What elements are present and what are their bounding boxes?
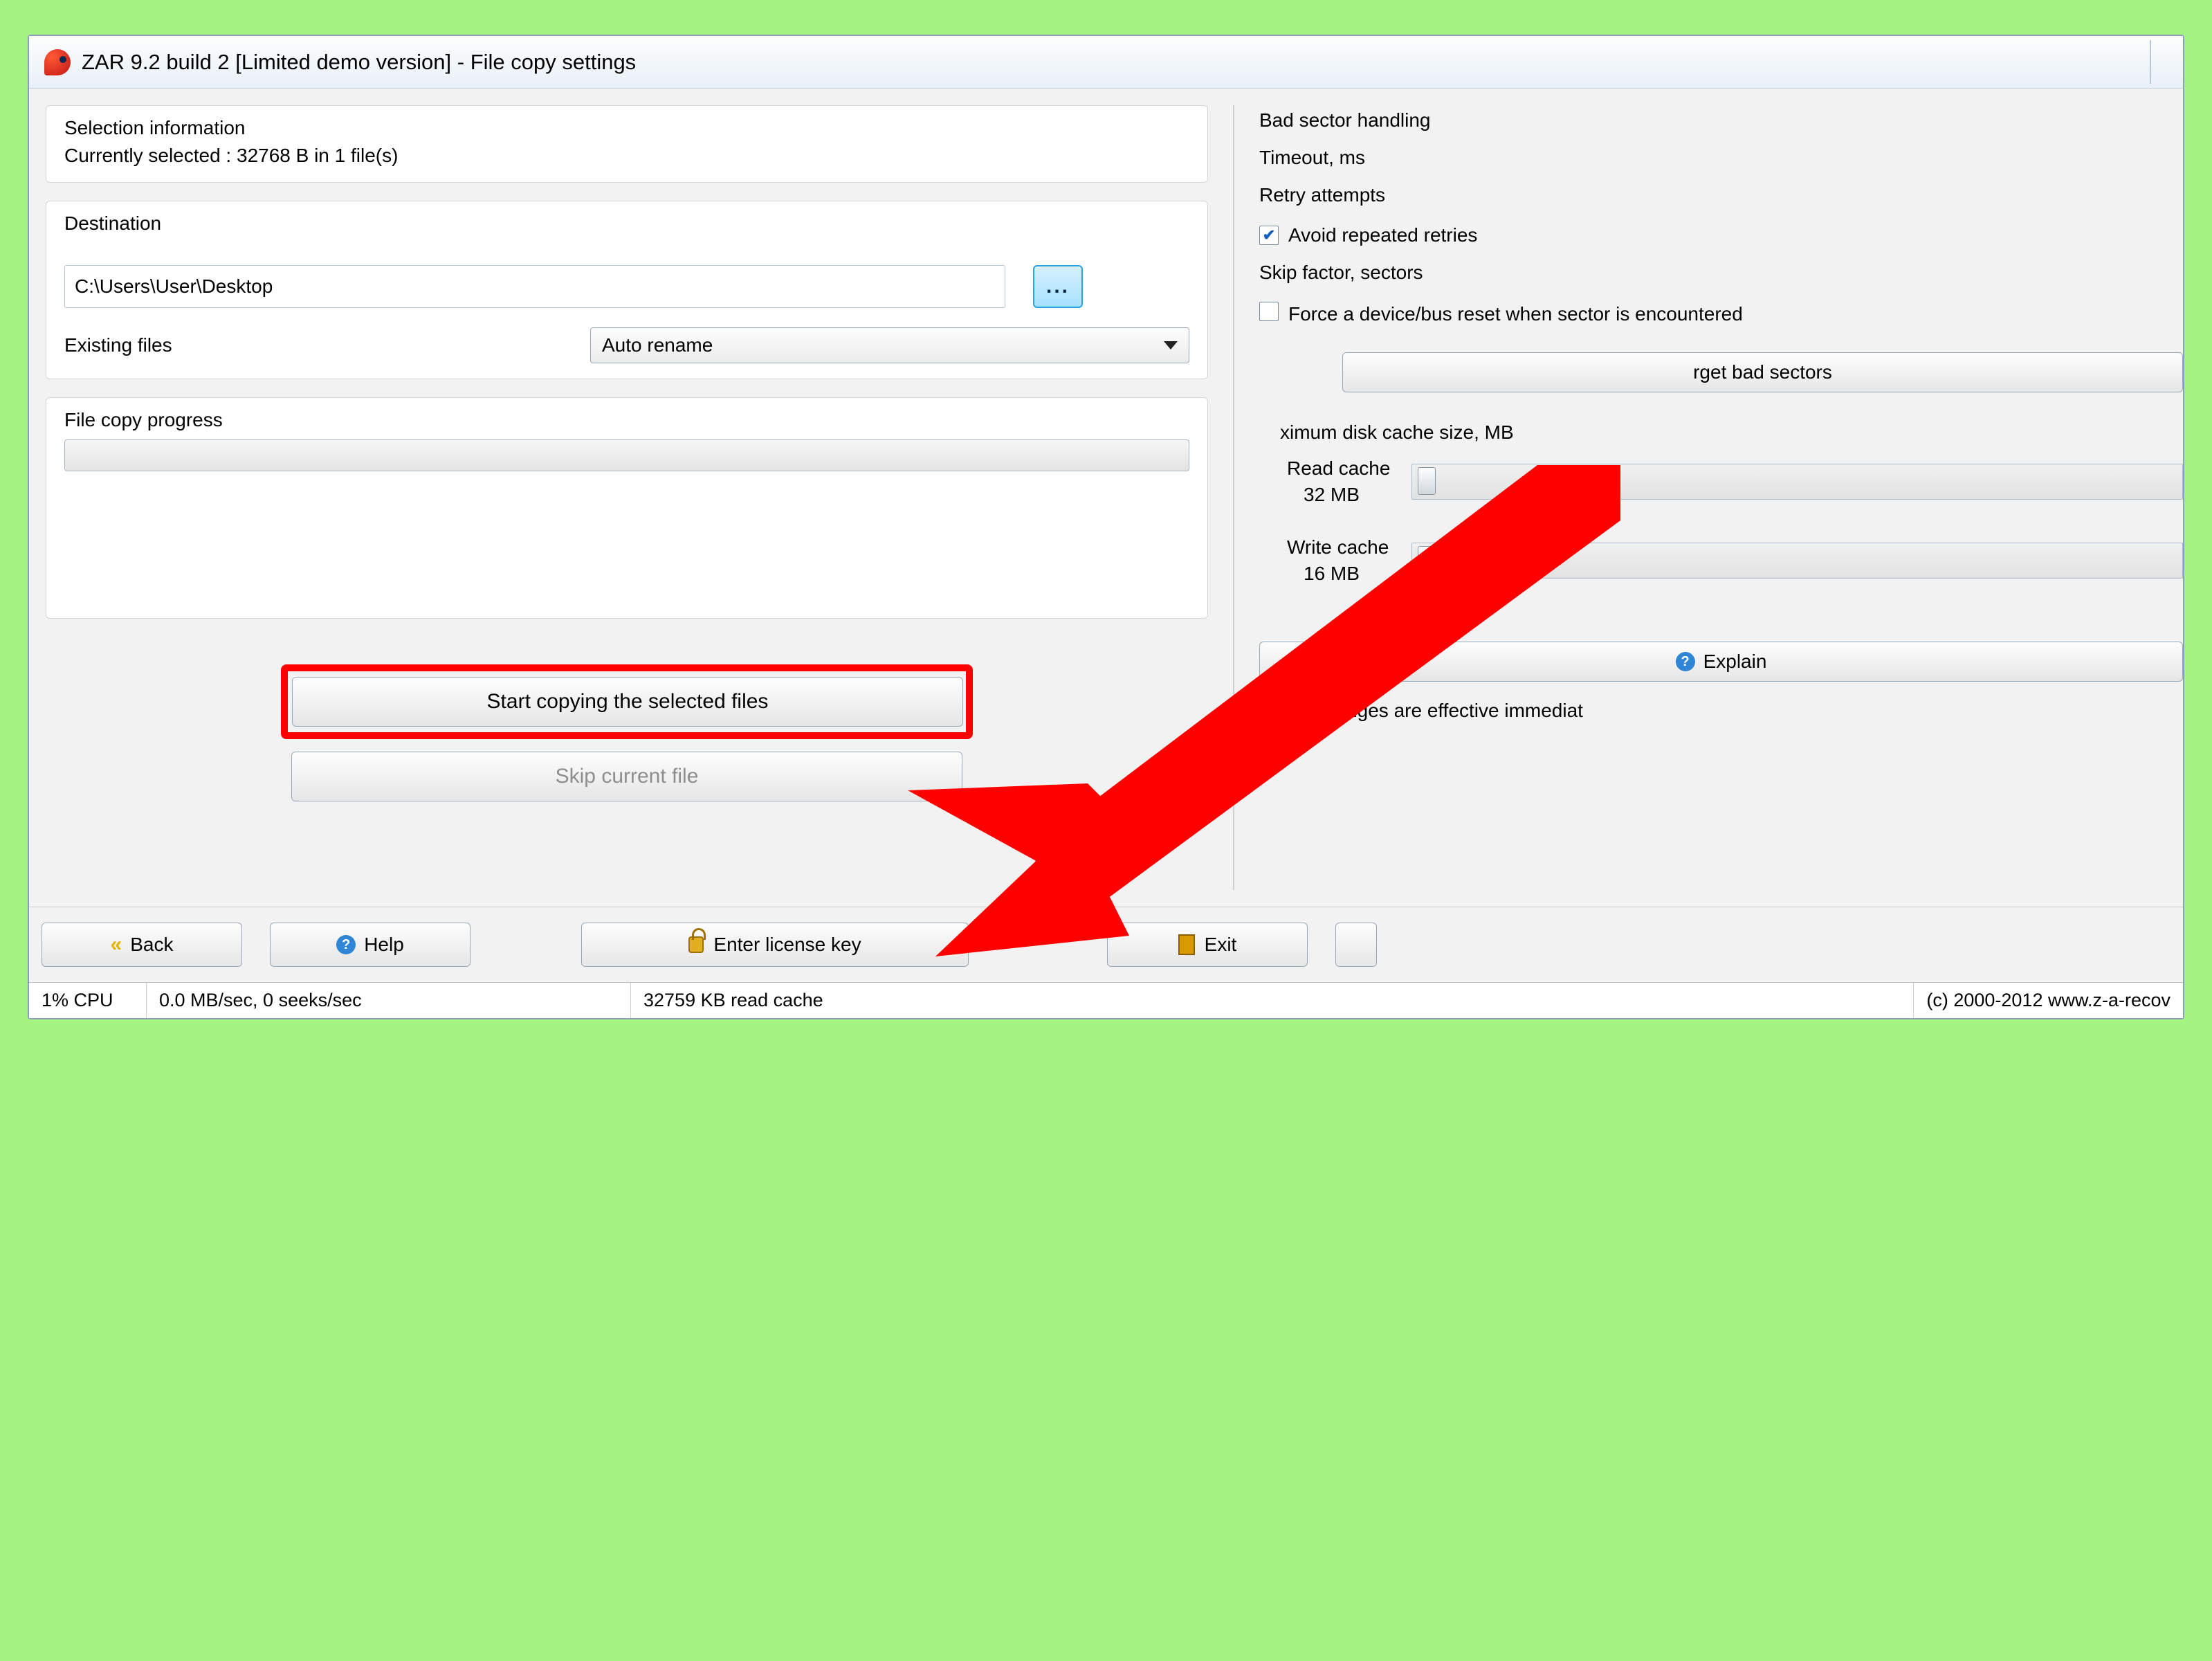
right-panel: Bad sector handling Timeout, ms Retry at… [1259,105,2183,890]
app-icon [44,49,71,75]
exit-label: Exit [1205,934,1237,956]
write-cache-slider[interactable] [1411,543,2183,579]
avoid-retries-checkbox[interactable] [1259,226,1279,245]
avoid-retries-label: Avoid repeated retries [1288,224,1477,246]
force-reset-row[interactable]: Force a device/bus reset when sector is … [1259,302,2183,326]
help-label: Help [364,934,404,956]
destination-group: Destination ... Existing files Auto rena… [46,201,1208,379]
progress-group: File copy progress [46,397,1208,619]
lock-icon [688,936,704,953]
skip-factor-label: Skip factor, sectors [1259,262,2183,284]
back-label: Back [130,934,173,956]
cache-size-label: ximum disk cache size, MB [1259,421,2183,444]
extra-button[interactable] [1335,923,1377,967]
existing-files-value: Auto rename [602,334,713,356]
forget-bad-sectors-button[interactable]: rget bad sectors [1342,352,2183,392]
license-label: Enter license key [713,934,861,956]
progress-legend: File copy progress [64,409,1189,431]
skip-file-button[interactable]: Skip current file [291,752,962,801]
exit-door-icon [1178,934,1195,955]
bad-sector-legend: Bad sector handling [1259,109,2183,131]
status-copyright: (c) 2000-2012 www.z-a-recov [1914,983,2183,1018]
force-reset-label: Force a device/bus reset when sector is … [1288,302,1743,326]
existing-files-combo[interactable]: Auto rename [590,327,1189,363]
force-reset-checkbox[interactable] [1259,302,1279,321]
titlebar: ZAR 9.2 build 2 [Limited demo version] -… [29,36,2183,89]
footer-toolbar: « Back ? Help Enter license key Exit [29,907,2183,982]
destination-legend: Destination [64,212,1189,235]
explain-button[interactable]: ? Explain [1259,642,2183,682]
retry-label: Retry attempts [1259,184,2183,206]
explain-label: Explain [1703,651,1767,673]
back-button[interactable]: « Back [42,923,242,967]
avoid-retries-row[interactable]: Avoid repeated retries [1259,224,2183,246]
back-chevrons-icon: « [111,933,122,956]
read-cache-label: Read cache [1287,457,1411,480]
window-title: ZAR 9.2 build 2 [Limited demo version] -… [82,50,636,75]
read-cache-slider[interactable] [1411,464,2183,500]
status-cache: 32759 KB read cache [631,983,1914,1018]
chevron-down-icon [1164,341,1178,350]
enter-license-button[interactable]: Enter license key [581,923,969,967]
help-icon: ? [336,935,356,954]
status-bar: 1% CPU 0.0 MB/sec, 0 seeks/sec 32759 KB … [29,982,2183,1018]
left-panel: Selection information Currently selected… [46,105,1208,890]
slider-thumb-icon[interactable] [1418,467,1436,495]
read-cache-value: 32 MB [1287,480,1411,506]
write-cache-label: Write cache [1287,536,1411,559]
write-cache-value: 16 MB [1287,559,1411,585]
timeout-label: Timeout, ms [1259,147,2183,169]
progress-bar [64,439,1189,471]
status-io: 0.0 MB/sec, 0 seeks/sec [147,983,631,1018]
browse-button[interactable]: ... [1033,265,1083,308]
start-copy-button[interactable]: Start copying the selected files [292,677,963,727]
slider-thumb-icon[interactable] [1418,546,1436,574]
help-button[interactable]: ? Help [270,923,470,967]
titlebar-separator [2150,40,2151,84]
selection-info-legend: Selection information [64,117,1189,139]
client-area: Selection information Currently selected… [29,89,2183,907]
app-window: ZAR 9.2 build 2 [Limited demo version] -… [28,35,2184,1019]
existing-files-label: Existing files [64,334,590,356]
exit-button[interactable]: Exit [1107,923,1308,967]
status-cpu: 1% CPU [29,983,147,1018]
selection-info-group: Selection information Currently selected… [46,105,1208,183]
changes-note: Note: Changes are effective immediat [1259,700,2183,722]
highlight-annotation: Start copying the selected files [281,664,973,739]
selection-info-text: Currently selected : 32768 B in 1 file(s… [64,145,1189,167]
info-icon: ? [1676,652,1695,671]
destination-path-input[interactable] [64,265,1005,308]
panel-divider [1233,105,1234,890]
